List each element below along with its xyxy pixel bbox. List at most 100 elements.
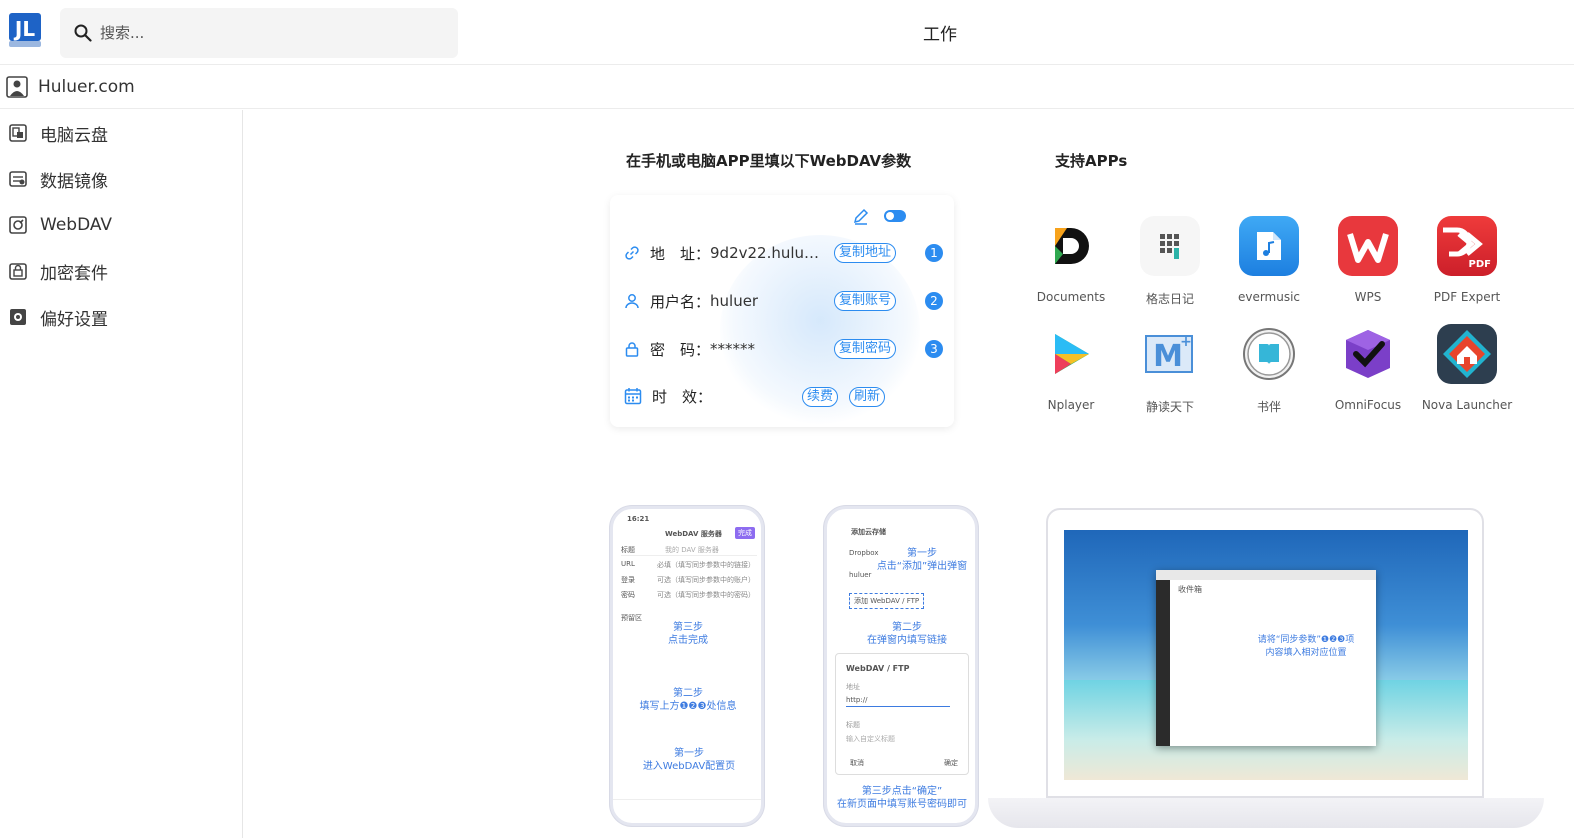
phone-done-button: 完成 <box>735 527 755 539</box>
encryption-icon <box>9 263 27 280</box>
webdav-params-card: 地 址： 9d2v22.huluer... 复制地址 1 用户名： huluer… <box>610 195 954 427</box>
refresh-button[interactable]: 刷新 <box>849 387 886 407</box>
sidebar-item-encryption[interactable]: 加密套件 <box>0 248 242 294</box>
nplayer-app-icon <box>1041 324 1101 384</box>
app-pdf-expert[interactable]: PDF PDF Expert <box>1417 216 1517 304</box>
phone-screen-title: 添加云存储 <box>851 528 886 536</box>
data-mirror-icon <box>9 171 27 187</box>
field-label: 密码 <box>621 591 635 599</box>
app-name: Nplayer <box>1047 398 1095 412</box>
svg-text:+: + <box>1180 334 1192 350</box>
search-input[interactable] <box>100 24 430 42</box>
field-label: URL <box>621 560 635 568</box>
password-label: 密 码： <box>650 340 711 359</box>
guide-step-1: 第一步 点击“添加”弹出弹窗 <box>876 548 968 572</box>
divider <box>846 706 950 707</box>
field-placeholder: 输入自定义标题 <box>846 735 895 743</box>
user-avatar-icon <box>6 75 28 98</box>
validity-row: 时 效： <box>624 383 944 409</box>
validity-label: 时 效： <box>652 387 713 406</box>
search-icon <box>74 24 92 42</box>
sidebar-item-label: 偏好设置 <box>40 309 108 330</box>
guide-step-3: 第三步点击“确定” 在新页面中填写账号密码即可 <box>837 786 967 810</box>
sidebar-item-settings[interactable]: 偏好设置 <box>0 294 242 340</box>
sidebar-item-label: WebDAV <box>40 215 113 235</box>
webdav-icon <box>9 216 27 234</box>
app-wps[interactable]: WPS <box>1318 216 1418 304</box>
calendar-icon <box>624 388 642 405</box>
app-shuban[interactable]: 书伴 <box>1219 324 1319 415</box>
sidebar-item-webdav[interactable]: WebDAV <box>0 202 242 248</box>
app-name: evermusic <box>1237 290 1301 304</box>
add-webdav-item: 添加 WebDAV / FTP <box>849 593 925 609</box>
guide-step-3: 第三步 点击完成 <box>668 622 708 646</box>
evermusic-app-icon <box>1239 216 1299 276</box>
guide-phone-ios: 16:21 WebDAV 服务器 完成 标题 我的 DAV 服务器 URL 必填… <box>610 506 764 826</box>
search-box[interactable] <box>60 8 458 58</box>
app-name: PDF Expert <box>1433 290 1501 304</box>
field-label: 标题 <box>621 546 635 554</box>
field-label: 预留区 <box>621 614 642 622</box>
nova-launcher-app-icon <box>1437 324 1497 384</box>
copy-username-button[interactable]: 复制账号 <box>834 291 897 311</box>
dialog-cancel: 取消 <box>850 759 864 767</box>
field-label: 登录 <box>621 576 635 584</box>
sidebar-item-label: 数据镜像 <box>40 171 108 192</box>
guide-tip: 请将“同步参数”❶❷❸项 内容填入相对应位置 <box>1257 635 1355 658</box>
svg-text:JL: JL <box>13 17 35 41</box>
field-label: 标题 <box>846 721 860 729</box>
username-label: 用户名： <box>650 292 711 311</box>
guide-laptop: 收件箱 请将“同步参数”❶❷❸项 内容填入相对应位置 <box>1046 508 1484 798</box>
sidebar-item-label: 电脑云盘 <box>40 125 108 146</box>
visibility-toggle[interactable] <box>884 210 906 222</box>
cloud-drive-icon <box>9 124 27 142</box>
edit-icon[interactable] <box>852 207 870 225</box>
moon-reader-app-icon: M + <box>1140 324 1200 384</box>
pdf-badge: PDF <box>1468 259 1491 270</box>
omnifocus-app-icon <box>1338 324 1398 384</box>
gezhi-diary-app-icon <box>1140 216 1200 276</box>
app-documents[interactable]: Documents <box>1021 216 1121 304</box>
account-row[interactable]: Huluer.com <box>0 65 1574 109</box>
window-sidebar <box>1156 580 1170 746</box>
app-nova-launcher[interactable]: Nova Launcher <box>1417 324 1517 412</box>
app-name: 静读天下 <box>1145 400 1194 414</box>
app-name: OmniFocus <box>1334 398 1402 412</box>
guide-phone-android: 添加云存储 Dropbox huluer 添加 WebDAV / FTP 第一步… <box>824 506 978 826</box>
step-number-1: 1 <box>925 244 943 262</box>
renew-button[interactable]: 续费 <box>802 387 839 407</box>
pdf-expert-app-icon: PDF <box>1437 216 1497 276</box>
field-placeholder: 必填（填写同步参数中的链接） <box>657 561 755 569</box>
laptop-screen: 收件箱 请将“同步参数”❶❷❸项 内容填入相对应位置 <box>1064 530 1468 780</box>
dialog-title: WebDAV / FTP <box>846 664 910 673</box>
field-value: http:// <box>846 696 868 704</box>
sidebar-item-label: 加密套件 <box>40 263 108 284</box>
guide-step-2: 第二步 在弹窗内填写链接 <box>867 622 947 646</box>
shuban-app-icon <box>1239 324 1299 384</box>
sidebar-item-cloud-drive[interactable]: 电脑云盘 <box>0 110 242 156</box>
password-value: ****** <box>710 340 756 358</box>
app-name: Nova Launcher <box>1421 398 1513 412</box>
copy-address-button[interactable]: 复制地址 <box>834 243 897 263</box>
app-omnifocus[interactable]: OmniFocus <box>1318 324 1418 412</box>
window-title: 收件箱 <box>1178 585 1202 594</box>
app-name: Documents <box>1036 290 1106 304</box>
webdav-dialog: WebDAV / FTP 地址 http:// 标题 输入自定义标题 取消 确定 <box>835 653 969 775</box>
webdav-params-heading: 在手机或电脑APP里填以下WebDAV参数 <box>626 152 912 170</box>
supported-apps-heading: 支持APPs <box>1055 152 1128 170</box>
page-title: 工作 <box>923 25 957 45</box>
sidebar-item-data-mirror[interactable]: 数据镜像 <box>0 156 242 202</box>
window-titlebar <box>1156 570 1376 580</box>
copy-password-button[interactable]: 复制密码 <box>834 339 897 359</box>
documents-app-icon <box>1041 216 1101 276</box>
svg-text:M: M <box>1153 339 1183 374</box>
app-gezhi-diary[interactable]: 格志日记 <box>1120 216 1220 307</box>
app-logo[interactable]: JL <box>8 12 42 48</box>
app-name: 书伴 <box>1256 400 1281 414</box>
app-moon-reader[interactable]: M + 静读天下 <box>1120 324 1220 415</box>
top-bar: JL 工作 <box>0 0 1574 65</box>
app-nplayer[interactable]: Nplayer <box>1021 324 1121 412</box>
app-evermusic[interactable]: evermusic <box>1219 216 1319 304</box>
wps-app-icon <box>1338 216 1398 276</box>
field-placeholder: 可选（填写同步参数中的密码） <box>657 591 755 599</box>
